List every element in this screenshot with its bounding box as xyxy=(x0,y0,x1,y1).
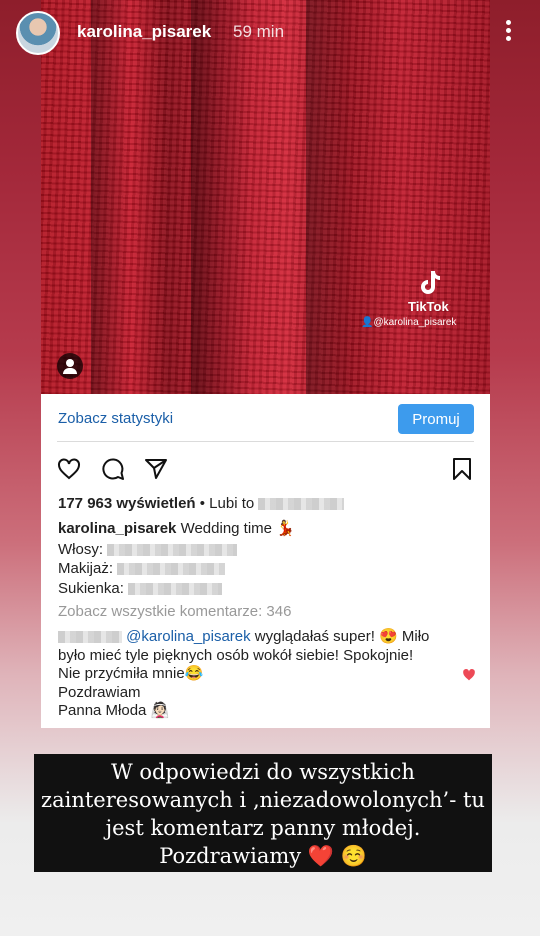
caption-hair-line: Włosy: xyxy=(58,541,238,558)
comment-icon[interactable] xyxy=(101,457,125,481)
share-icon[interactable] xyxy=(144,457,168,481)
caption-dress-line: Sukienka: xyxy=(58,580,223,597)
story-caption-line-2: zainteresowanych i ‚niezadowolonych’- tu xyxy=(41,788,485,812)
shared-post-card: TikTok 👤@karolina_pisarek Zobacz statyst… xyxy=(41,0,490,728)
story-caption-box: W odpowiedzi do wszystkich zainteresowan… xyxy=(34,754,492,872)
blurred-username xyxy=(258,498,345,511)
caption-text: Wedding time 💃 xyxy=(180,520,295,537)
story-caption-line-3: jest komentarz panny młodej. xyxy=(105,816,421,840)
avatar[interactable] xyxy=(16,11,60,55)
comment-line-5: Panna Młoda 👰🏻 xyxy=(58,702,170,719)
comment-line-2: było mieć tyle pięknych osób wokół siebi… xyxy=(58,646,414,664)
comment-line-1: @karolina_pisarek wyglądałaś super! 😍 Mi… xyxy=(58,628,453,647)
tagged-people-icon[interactable] xyxy=(57,353,83,379)
comment-line-3: Nie przyćmiła mnie😂 xyxy=(58,665,204,682)
story-caption-line-4: Pozdrawiamy ❤️ ☺️ xyxy=(159,844,367,868)
story-caption-text: W odpowiedzi do wszystkich zainteresowan… xyxy=(34,758,492,870)
hair-label: Włosy: xyxy=(58,541,103,558)
tiktok-handle: 👤@karolina_pisarek xyxy=(361,317,457,328)
tiktok-logo-icon xyxy=(421,271,440,294)
story-caption-line-1: W odpowiedzi do wszystkich xyxy=(111,760,415,784)
blurred-text xyxy=(128,583,223,596)
more-options-icon[interactable] xyxy=(498,20,518,44)
comment-text-1: wyglądałaś super! 😍 Miło xyxy=(250,628,430,645)
caption-line: karolina_pisarek Wedding time 💃 xyxy=(58,519,295,537)
tiktok-handle-text: @karolina_pisarek xyxy=(373,317,457,328)
story-header: karolina_pisarek 59 min xyxy=(0,0,540,64)
comment-line-4: Pozdrawiam xyxy=(58,683,141,701)
views-count-row: 177 963 wyświetleń • Lubi to xyxy=(58,495,345,512)
comment: @karolina_pisarek wyglądałaś super! 😍 Mi… xyxy=(58,628,453,721)
caption-makeup-line: Makijaż: xyxy=(58,560,226,577)
story-username[interactable]: karolina_pisarek xyxy=(77,22,211,42)
blurred-text xyxy=(117,563,226,576)
views-count[interactable]: 177 963 wyświetleń xyxy=(58,495,196,512)
bookmark-icon[interactable] xyxy=(450,457,474,481)
comment-mention[interactable]: @karolina_pisarek xyxy=(126,628,250,645)
like-heart-icon[interactable] xyxy=(57,457,81,481)
comment-like-heart-icon[interactable] xyxy=(462,668,476,681)
liked-by-text: • Lubi to xyxy=(199,495,255,512)
makeup-label: Makijaż: xyxy=(58,560,114,577)
blurred-commenter xyxy=(58,631,122,644)
view-all-comments-link[interactable]: Zobacz wszystkie komentarze: 346 xyxy=(58,603,291,620)
story-time: 59 min xyxy=(233,22,285,41)
view-insights-link[interactable]: Zobacz statystyki xyxy=(58,410,173,427)
divider xyxy=(57,441,474,442)
promote-button[interactable]: Promuj xyxy=(398,404,474,434)
blurred-text xyxy=(107,544,238,557)
dress-label: Sukienka: xyxy=(58,580,124,597)
caption-username[interactable]: karolina_pisarek xyxy=(58,520,176,537)
tiktok-brand: TikTok xyxy=(408,299,449,314)
